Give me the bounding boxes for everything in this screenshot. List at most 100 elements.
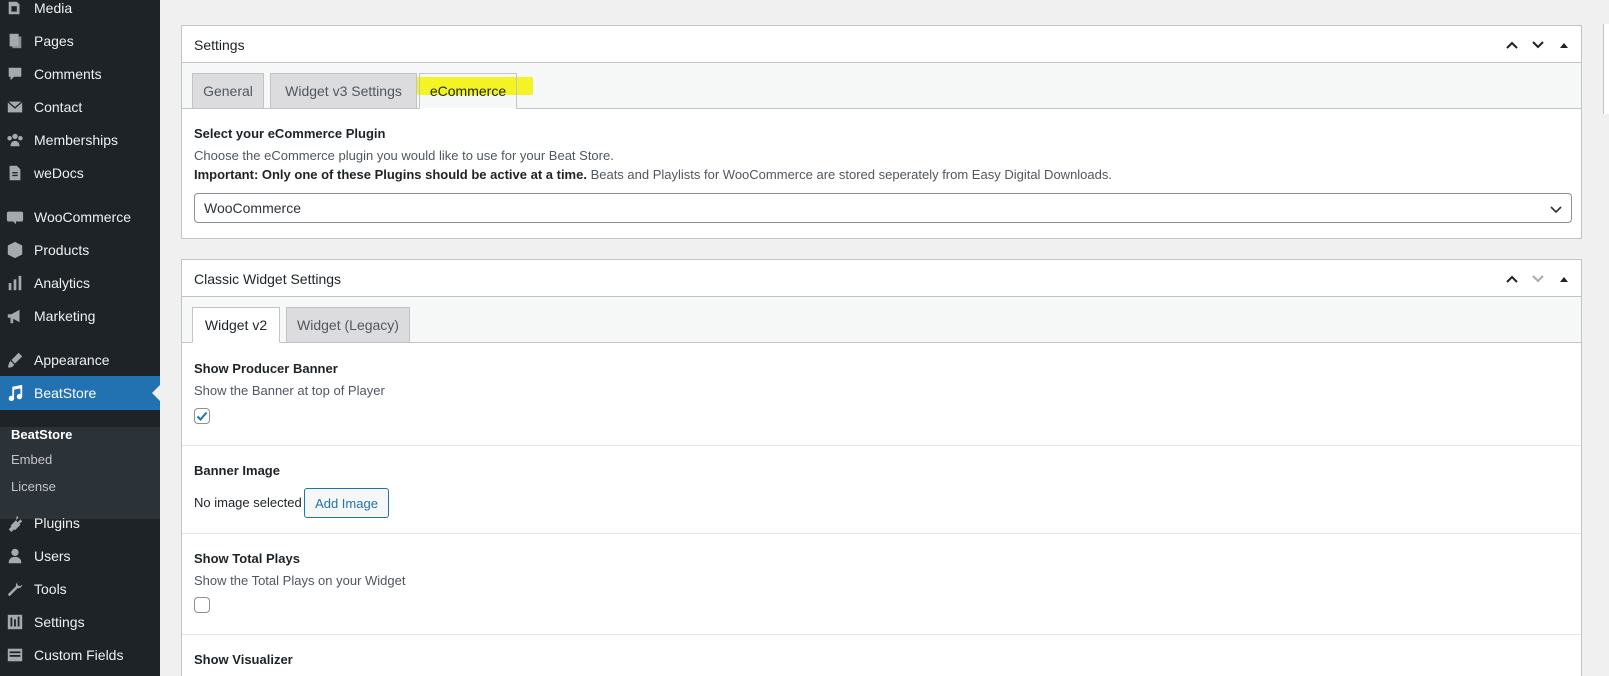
move-up-button[interactable] [1503, 270, 1521, 288]
ecommerce-plugin-desc: Choose the eCommerce plugin you would li… [194, 148, 614, 163]
plugin-icon [5, 513, 25, 533]
settings-postbox: Settings General Widget v3 Settings eCom… [181, 25, 1582, 239]
move-down-button[interactable] [1529, 36, 1547, 54]
chevron-down-icon [1532, 41, 1544, 49]
banner-image-status: No image selected [194, 495, 302, 510]
checkmark-icon [196, 411, 208, 421]
menu-item-custom-fields[interactable]: Custom Fields [0, 638, 160, 672]
postbox-title: Classic Widget Settings [194, 271, 342, 287]
triangle-up-icon [1560, 277, 1568, 282]
menu-item-media[interactable]: Media [0, 0, 160, 25]
bar-chart-icon [5, 273, 25, 293]
select-value: WooCommerce [204, 200, 301, 216]
paintbrush-icon [5, 350, 25, 370]
postbox-handles [1503, 270, 1573, 288]
ecommerce-important-note: Important: Only one of these Plugins sho… [194, 167, 1112, 182]
important-bold-text: Important: Only one of these Plugins sho… [194, 167, 587, 182]
settings-tabs-bar: General Widget v3 Settings eCommerce [182, 63, 1581, 109]
menu-item-products[interactable]: Products [0, 233, 160, 267]
menu-item-comments[interactable]: Comments [0, 57, 160, 91]
music-note-icon [5, 383, 25, 403]
groups-icon [5, 130, 25, 150]
pages-icon [5, 31, 25, 51]
tab-widget-v2[interactable]: Widget v2 [192, 307, 280, 343]
menu-item-pages[interactable]: Pages [0, 24, 160, 58]
menu-label: Plugins [34, 515, 80, 531]
ecommerce-plugin-select[interactable]: WooCommerce [194, 193, 1572, 223]
menu-item-marketing[interactable]: Marketing [0, 299, 160, 333]
menu-item-woocommerce[interactable]: WooCommerce [0, 200, 160, 234]
wrench-icon [5, 579, 25, 599]
menu-item-settings[interactable]: Settings [0, 605, 160, 639]
settings-icon [5, 612, 25, 632]
menu-label: Pages [34, 33, 74, 49]
media-icon [5, 0, 25, 18]
triangle-up-icon [1560, 43, 1568, 48]
postbox-title: Settings [194, 37, 245, 53]
menu-item-plugins[interactable]: Plugins [0, 506, 160, 540]
field-divider [182, 634, 1581, 635]
megaphone-icon [5, 306, 25, 326]
show-banner-desc: Show the Banner at top of Player [194, 383, 385, 398]
menu-label: Custom Fields [34, 647, 124, 663]
postbox-header: Settings [182, 26, 1581, 63]
tab-general[interactable]: General [192, 73, 264, 109]
menu-label: Products [34, 242, 90, 258]
menu-label: Memberships [34, 132, 119, 148]
menu-label: WooCommerce [34, 209, 131, 225]
show-banner-checkbox[interactable] [194, 408, 210, 424]
classic-tabs-bar: Widget v2 Widget (Legacy) [182, 297, 1581, 343]
ecommerce-plugin-label: Select your eCommerce Plugin [194, 126, 386, 141]
tab-widget-v3-settings[interactable]: Widget v3 Settings [270, 73, 417, 109]
show-banner-label: Show Producer Banner [194, 361, 338, 376]
menu-label: Contact [34, 99, 83, 115]
menu-item-appearance[interactable]: Appearance [0, 343, 160, 377]
move-down-button[interactable] [1529, 270, 1547, 288]
add-image-button[interactable]: Add Image [304, 488, 389, 518]
menu-label: Tools [34, 581, 67, 597]
important-rest-text: Beats and Playlists for WooCommerce are … [586, 167, 1112, 182]
chevron-down-icon [1532, 275, 1544, 283]
tab-widget-legacy[interactable]: Widget (Legacy) [286, 307, 410, 343]
chevron-up-icon [1506, 275, 1518, 283]
menu-item-wedocs[interactable]: weDocs [0, 156, 160, 190]
menu-label: Appearance [34, 352, 110, 368]
menu-item-memberships[interactable]: Memberships [0, 123, 160, 157]
submenu-item-license[interactable]: License [11, 479, 56, 494]
menu-label: Analytics [34, 275, 91, 291]
menu-label: Comments [34, 66, 102, 82]
submenu-item-embed[interactable]: Embed [11, 452, 52, 467]
fields-icon [5, 645, 25, 665]
submenu-item-beatstore[interactable]: BeatStore [11, 427, 72, 442]
current-menu-arrow [152, 385, 160, 401]
menu-item-tools[interactable]: Tools [0, 572, 160, 606]
total-plays-checkbox[interactable] [194, 597, 210, 613]
user-icon [5, 546, 25, 566]
menu-item-beatstore[interactable]: BeatStore [0, 376, 160, 410]
box-icon [5, 240, 25, 260]
tab-ecommerce[interactable]: eCommerce [419, 73, 517, 109]
menu-label: Settings [34, 614, 85, 630]
comments-icon [5, 64, 25, 84]
postbox-header: Classic Widget Settings [182, 260, 1581, 297]
postbox-handles [1503, 36, 1573, 54]
field-divider [182, 445, 1581, 446]
classic-widget-postbox: Classic Widget Settings Widget v2 Widget… [181, 259, 1582, 676]
menu-label: Marketing [34, 308, 96, 324]
woo-icon [5, 207, 25, 227]
menu-item-analytics[interactable]: Analytics [0, 266, 160, 300]
chevron-up-icon [1506, 41, 1518, 49]
total-plays-desc: Show the Total Plays on your Widget [194, 573, 406, 588]
chevron-down-icon [1550, 206, 1562, 214]
move-up-button[interactable] [1503, 36, 1521, 54]
menu-label: Media [34, 0, 73, 16]
admin-sidebar: Media Pages Comments Contact Memberships… [0, 0, 160, 676]
banner-image-label: Banner Image [194, 463, 280, 478]
total-plays-label: Show Total Plays [194, 551, 300, 566]
toggle-panel-button[interactable] [1555, 36, 1573, 54]
menu-item-users[interactable]: Users [0, 539, 160, 573]
toggle-panel-button[interactable] [1555, 270, 1573, 288]
menu-item-contact[interactable]: Contact [0, 90, 160, 124]
mail-icon [5, 97, 25, 117]
menu-label: weDocs [34, 165, 84, 181]
